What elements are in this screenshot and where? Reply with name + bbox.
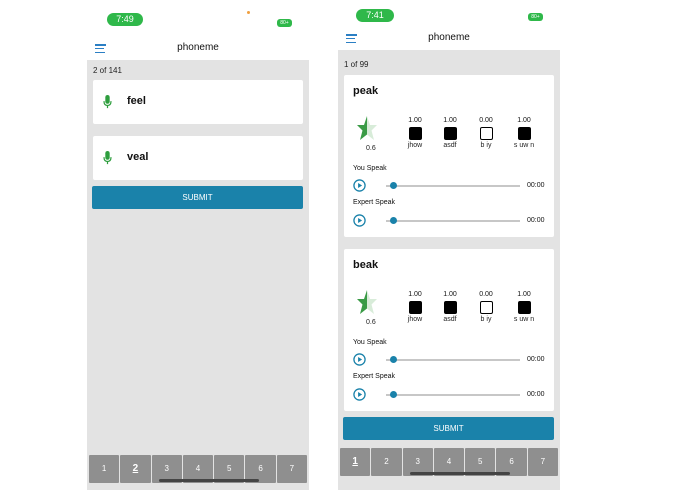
phoneme-label: b iy — [480, 316, 492, 323]
play-circle-icon[interactable] — [353, 388, 366, 401]
left-phone-screen: 7:49 80+ phoneme 2 of 141 feel veal SUBM… — [87, 10, 309, 490]
status-time: 7:49 — [107, 13, 143, 26]
phoneme-item: 0.00 b iy — [471, 291, 501, 323]
phoneme-item: 1.00 jhow — [400, 117, 430, 149]
word-label: beak — [353, 259, 379, 271]
microphone-icon[interactable] — [103, 151, 112, 165]
app-title: phoneme — [428, 32, 470, 43]
page-button-active[interactable]: 1 — [340, 448, 371, 476]
phoneme-box — [443, 127, 457, 140]
battery-indicator: 80+ — [528, 13, 543, 21]
word-option-card[interactable]: veal — [93, 136, 303, 180]
score-value: 0.6 — [366, 145, 376, 152]
home-indicator — [410, 472, 510, 475]
question-counter: 1 of 99 — [344, 60, 369, 69]
home-indicator — [159, 479, 259, 482]
expert-speak-label: Expert Speak — [353, 373, 396, 380]
phoneme-label: s uw n — [513, 142, 535, 149]
phoneme-item: 1.00 asdf — [435, 117, 465, 149]
page-button[interactable]: 7 — [276, 455, 307, 483]
expert-speak-label: Expert Speak — [353, 199, 396, 206]
star-icon — [357, 116, 377, 140]
word-option-card[interactable]: feel — [93, 80, 303, 124]
phoneme-box — [443, 301, 457, 314]
submit-button[interactable]: SUBMIT — [92, 186, 303, 209]
audio-progress-knob[interactable] — [390, 391, 397, 398]
phoneme-item: 1.00 jhow — [400, 291, 430, 323]
audio-time: 00:00 — [527, 356, 545, 363]
you-speak-label: You Speak — [353, 165, 387, 172]
audio-progress-knob[interactable] — [390, 217, 397, 224]
phoneme-box — [479, 127, 493, 140]
page-button[interactable]: 1 — [89, 455, 120, 483]
audio-progress-knob[interactable] — [390, 356, 397, 363]
result-card: beak 0.6 1.00 jhow 1.00 asdf 0.00 b iy 1… — [344, 249, 554, 411]
status-dot-icon — [247, 11, 250, 14]
audio-time: 00:00 — [527, 391, 545, 398]
page-button[interactable]: 2 — [371, 448, 402, 476]
status-time: 7:41 — [356, 9, 394, 22]
phoneme-label: jhow — [407, 142, 423, 149]
audio-progress-track[interactable] — [386, 220, 520, 222]
audio-time: 00:00 — [527, 217, 545, 224]
phoneme-score: 0.00 — [479, 117, 493, 124]
phoneme-score: 0.00 — [479, 291, 493, 298]
score-value: 0.6 — [366, 319, 376, 326]
phoneme-score: 1.00 — [443, 291, 457, 298]
app-title: phoneme — [177, 42, 219, 53]
phoneme-score: 1.00 — [517, 291, 531, 298]
status-bar: 7:49 80+ — [87, 10, 309, 38]
phoneme-box — [517, 127, 531, 140]
phoneme-score: 1.00 — [408, 291, 422, 298]
star-icon — [357, 290, 377, 314]
app-header: phoneme — [87, 38, 309, 60]
phoneme-box — [408, 127, 422, 140]
you-speak-label: You Speak — [353, 339, 387, 346]
phoneme-label: asdf — [443, 316, 457, 323]
right-phone-screen: 7:41 80+ phoneme 1 of 99 peak 0.6 1.00 j… — [338, 5, 560, 490]
phoneme-box — [408, 301, 422, 314]
phoneme-score: 1.00 — [443, 117, 457, 124]
word-label: feel — [127, 95, 146, 107]
phoneme-score: 1.00 — [517, 117, 531, 124]
submit-button[interactable]: SUBMIT — [343, 417, 554, 440]
phoneme-item: 0.00 b iy — [471, 117, 501, 149]
word-label: peak — [353, 85, 379, 97]
phoneme-label: s uw n — [513, 316, 535, 323]
audio-progress-track[interactable] — [386, 394, 520, 396]
play-circle-icon[interactable] — [353, 353, 366, 366]
phoneme-label: jhow — [407, 316, 423, 323]
microphone-icon[interactable] — [103, 95, 112, 109]
phoneme-label: asdf — [443, 142, 457, 149]
audio-progress-track[interactable] — [386, 359, 520, 361]
page-button-active[interactable]: 2 — [120, 455, 151, 483]
phoneme-item: 1.00 s uw n — [509, 117, 539, 149]
battery-indicator: 80+ — [277, 19, 292, 27]
result-card: peak 0.6 1.00 jhow 1.00 asdf 0.00 b iy 1… — [344, 75, 554, 237]
page-button[interactable]: 7 — [527, 448, 558, 476]
app-header: phoneme — [338, 28, 560, 50]
status-bar: 7:41 80+ — [338, 5, 560, 28]
question-counter: 2 of 141 — [93, 66, 122, 75]
phoneme-item: 1.00 asdf — [435, 291, 465, 323]
phoneme-score: 1.00 — [408, 117, 422, 124]
phoneme-box — [479, 301, 493, 314]
play-circle-icon[interactable] — [353, 179, 366, 192]
audio-progress-track[interactable] — [386, 185, 520, 187]
audio-progress-knob[interactable] — [390, 182, 397, 189]
phoneme-item: 1.00 s uw n — [509, 291, 539, 323]
phoneme-box — [517, 301, 531, 314]
audio-time: 00:00 — [527, 182, 545, 189]
phoneme-label: b iy — [480, 142, 492, 149]
word-label: veal — [127, 151, 149, 163]
play-circle-icon[interactable] — [353, 214, 366, 227]
